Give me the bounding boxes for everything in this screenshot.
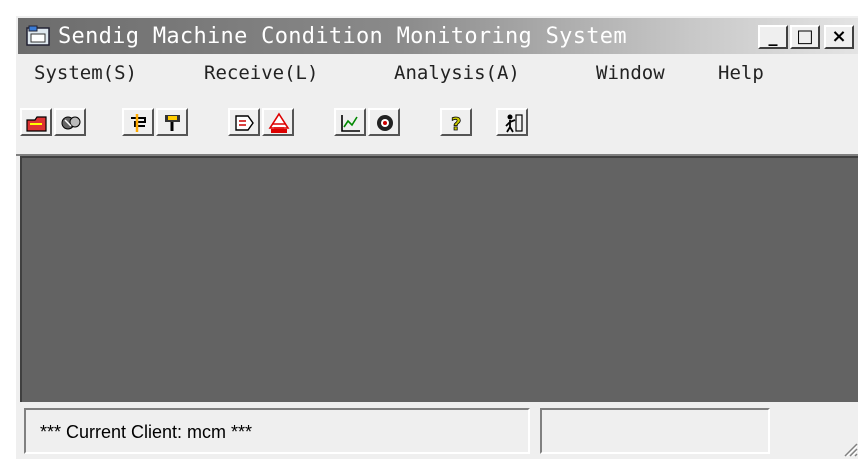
start-button[interactable]	[262, 108, 294, 136]
menu-system[interactable]: System(S)	[34, 62, 137, 84]
svg-text:?: ?	[451, 114, 461, 134]
app-window: Sendig Machine Condition Monitoring Syst…	[14, 14, 858, 459]
title-bar[interactable]: Sendig Machine Condition Monitoring Syst…	[18, 18, 858, 54]
exit-button[interactable]	[496, 108, 528, 136]
chart-icon	[341, 115, 360, 132]
maximize-button[interactable]: □	[790, 25, 820, 49]
current-client-text: *** Current Client: mcm ***	[40, 422, 253, 442]
status-bar: *** Current Client: mcm ***	[18, 406, 858, 461]
download-button[interactable]	[156, 108, 188, 136]
receive-icon	[131, 114, 146, 132]
status-pane-secondary	[540, 408, 770, 454]
menu-help[interactable]: Help	[718, 62, 764, 84]
start-icon	[268, 112, 290, 133]
mdi-client-area[interactable]	[20, 156, 858, 402]
menu-receive[interactable]: Receive(L)	[204, 62, 318, 84]
view-icon	[377, 115, 393, 131]
close-button[interactable]: ×	[824, 25, 854, 49]
chart-button[interactable]	[334, 108, 366, 136]
open-button[interactable]	[20, 108, 52, 136]
status-pane-client: *** Current Client: mcm ***	[24, 408, 530, 454]
minimize-button[interactable]: _	[758, 25, 788, 49]
help-icon: ?	[451, 114, 462, 134]
toolbar: ?	[18, 104, 858, 144]
resize-grip-icon[interactable]	[840, 439, 858, 457]
menu-window[interactable]: Window	[596, 62, 665, 84]
exit-icon	[505, 114, 523, 133]
maximize-icon: □	[796, 26, 814, 47]
close-icon: ×	[831, 26, 847, 47]
export-icon	[235, 115, 254, 131]
menu-bar: System(S) Receive(L) Analysis(A) Window …	[18, 56, 858, 96]
receive-button[interactable]	[122, 108, 154, 136]
help-button[interactable]: ?	[440, 108, 472, 136]
window-title: Sendig Machine Condition Monitoring Syst…	[58, 24, 627, 49]
network-button[interactable]	[54, 108, 86, 136]
view-button[interactable]	[368, 108, 400, 136]
network-icon	[61, 116, 81, 130]
export-button[interactable]	[228, 108, 260, 136]
open-folder-icon	[26, 116, 47, 132]
menu-analysis[interactable]: Analysis(A)	[394, 62, 520, 84]
app-icon	[26, 25, 50, 46]
minimize-icon: _	[768, 26, 778, 47]
download-icon	[165, 115, 180, 131]
